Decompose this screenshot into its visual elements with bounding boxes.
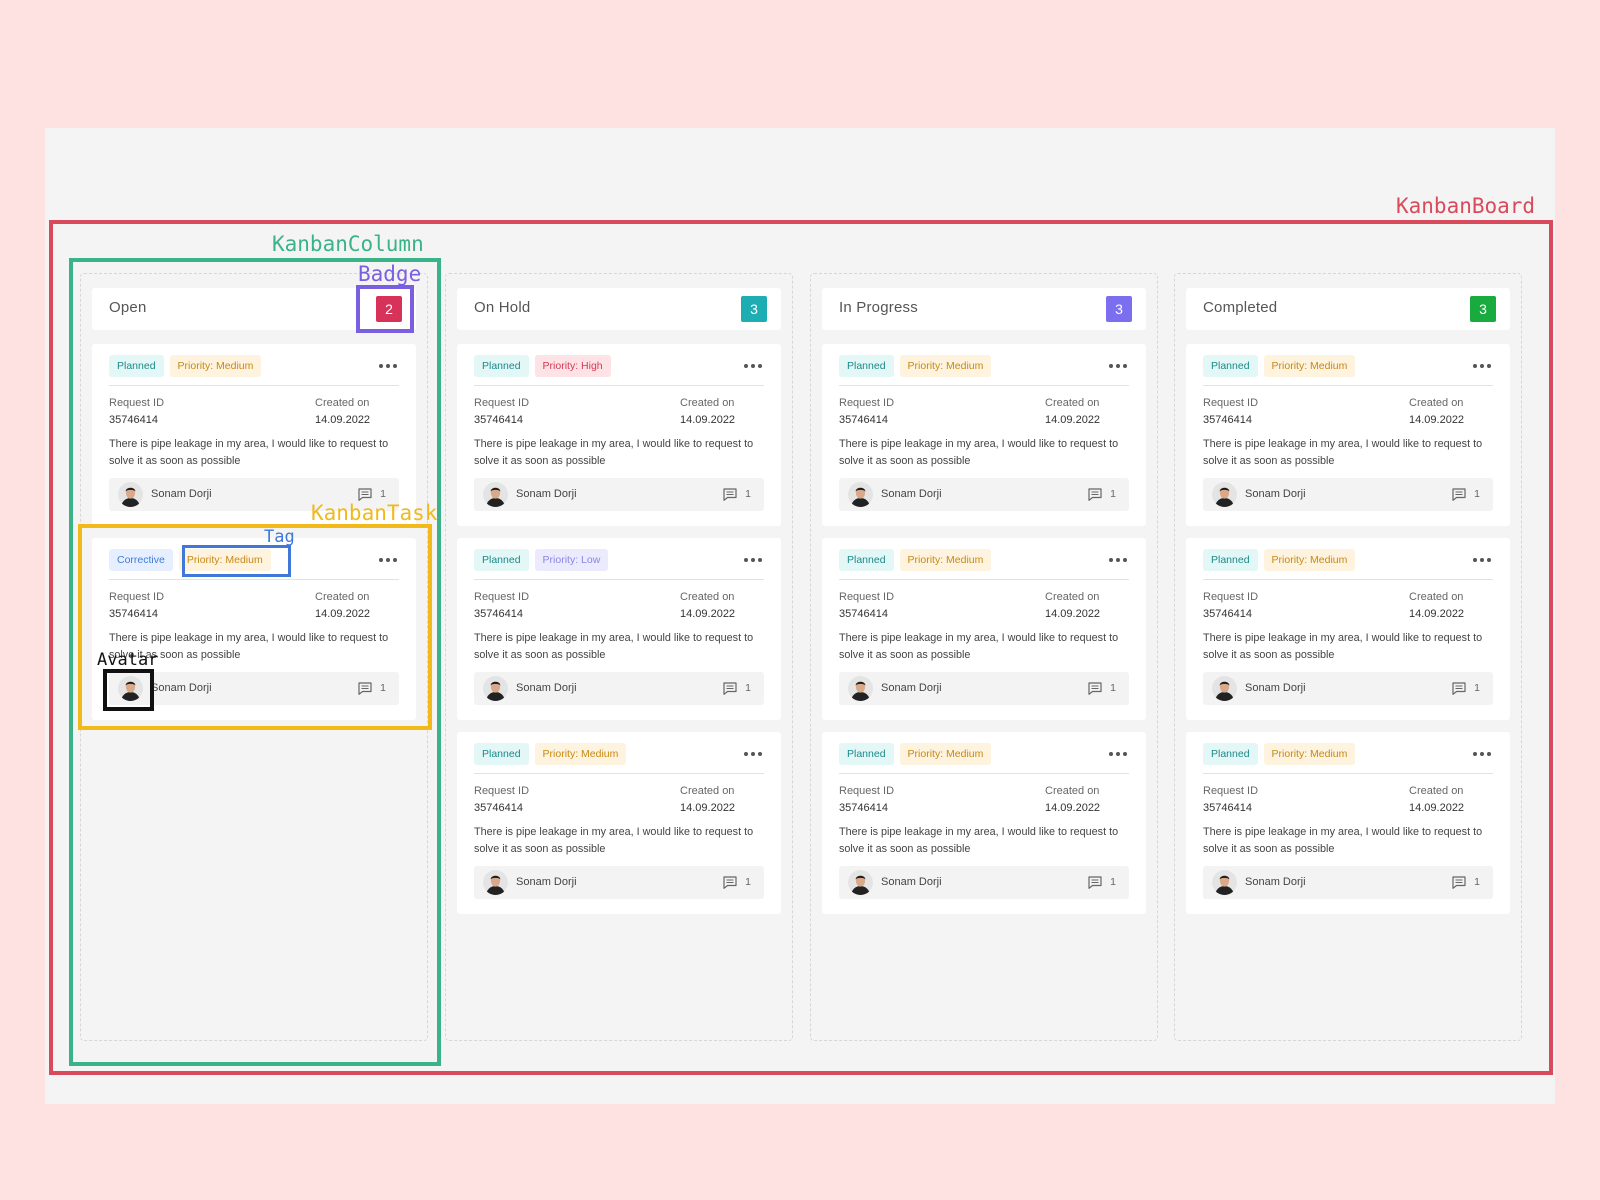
annotation-badge-box [356,285,414,333]
annotation-badge-label: Badge [358,262,422,286]
annotation-tag-box [182,545,291,577]
annotation-kanban-task-label: KanbanTask [311,501,438,525]
annotation-tag-label: Tag [264,527,295,547]
annotation-avatar-box [103,669,154,711]
annotation-kanban-column-label: KanbanColumn [272,232,424,256]
annotation-kanban-board-label: KanbanBoard [1396,194,1536,218]
annotation-avatar-label: Avatar [97,650,159,670]
